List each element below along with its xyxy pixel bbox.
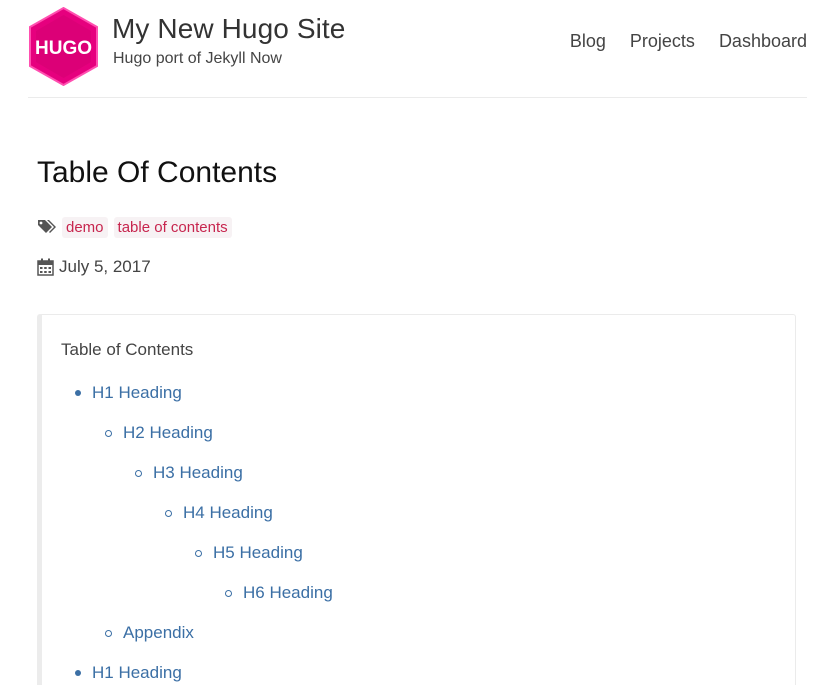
tag-demo[interactable]: demo	[62, 216, 108, 238]
toc-link-h3-heading[interactable]: H3 Heading	[153, 463, 243, 483]
tag-table-of-contents[interactable]: table of contents	[113, 216, 232, 238]
post-tags: demo table of contents	[37, 216, 238, 238]
bullet-icon	[75, 670, 81, 676]
toc-item: H4 Heading	[165, 502, 273, 524]
nav-link-blog[interactable]: Blog	[570, 31, 606, 52]
toc-item: H6 Heading	[225, 582, 333, 604]
post-date: July 5, 2017	[37, 257, 151, 277]
bullet-icon	[165, 509, 172, 517]
toc-link-appendix[interactable]: Appendix	[123, 623, 194, 643]
bullet-icon	[225, 589, 232, 597]
masthead: HUGO My New Hugo Site Hugo port of Jekyl…	[28, 0, 807, 98]
site-tagline: Hugo port of Jekyll Now	[113, 50, 282, 67]
calendar-icon	[37, 258, 54, 276]
nav-link-projects[interactable]: Projects	[630, 31, 695, 52]
bullet-icon	[135, 469, 142, 477]
table-of-contents: Table of Contents H1 Heading H2 Heading …	[37, 314, 796, 685]
date-text: July 5, 2017	[59, 257, 151, 276]
toc-item: H1 Heading	[75, 662, 182, 684]
hugo-logo-icon: HUGO	[29, 7, 98, 86]
nav-link-dashboard[interactable]: Dashboard	[719, 31, 807, 52]
page: HUGO My New Hugo Site Hugo port of Jekyl…	[0, 0, 834, 685]
toc-link-h4-heading[interactable]: H4 Heading	[183, 503, 273, 523]
toc-link-h6-heading[interactable]: H6 Heading	[243, 583, 333, 603]
bullet-icon	[105, 429, 112, 437]
toc-link-h1-heading-2[interactable]: H1 Heading	[92, 663, 182, 683]
svg-text:HUGO: HUGO	[35, 38, 92, 59]
toc-item: H2 Heading	[105, 422, 213, 444]
toc-item: H5 Heading	[195, 542, 303, 564]
bullet-icon	[75, 390, 81, 396]
toc-item: H3 Heading	[135, 462, 243, 484]
toc-item: H1 Heading	[75, 382, 182, 404]
toc-heading: Table of Contents	[61, 340, 194, 359]
main-nav: Blog Projects Dashboard	[546, 31, 807, 52]
toc-link-h1-heading[interactable]: H1 Heading	[92, 383, 182, 403]
bullet-icon	[105, 629, 112, 637]
toc-link-h2-heading[interactable]: H2 Heading	[123, 423, 213, 443]
site-logo[interactable]: HUGO	[28, 7, 99, 86]
post-title: Table Of Contents	[37, 156, 278, 189]
site-title[interactable]: My New Hugo Site	[112, 13, 345, 45]
tags-icon	[38, 220, 56, 233]
toc-item: Appendix	[105, 622, 194, 644]
toc-link-h5-heading[interactable]: H5 Heading	[213, 543, 303, 563]
bullet-icon	[195, 549, 202, 557]
